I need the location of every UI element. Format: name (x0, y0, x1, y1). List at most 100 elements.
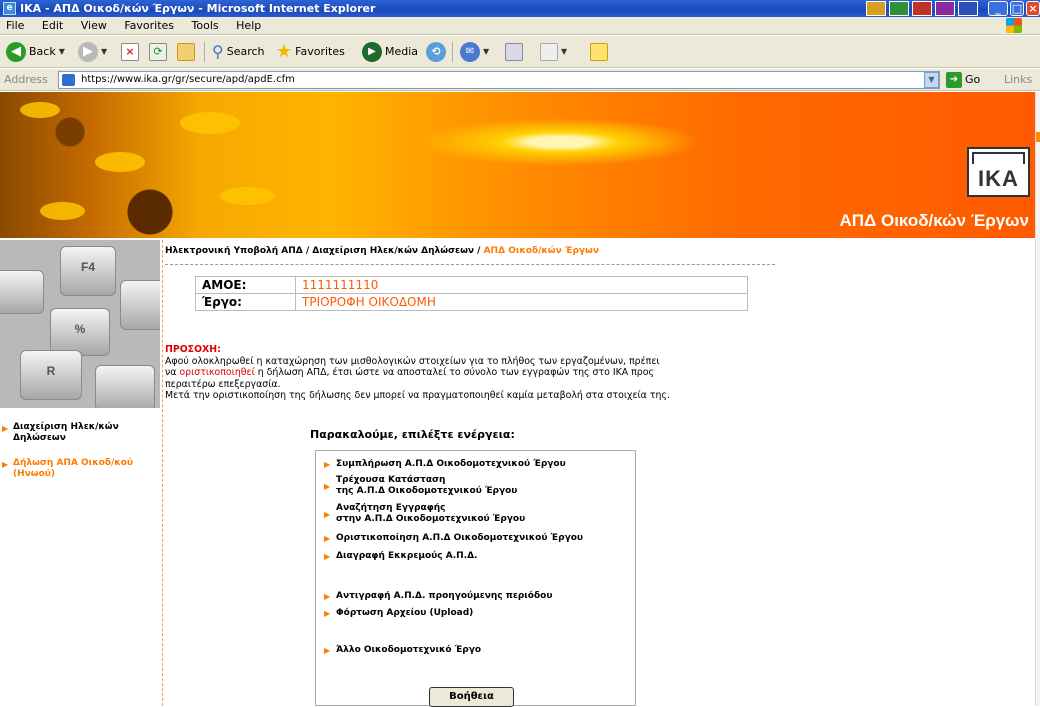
favorites-button[interactable]: ★ Favorites (276, 41, 345, 63)
keyboard-key (0, 270, 44, 314)
sidebar-nav: ▶ Διαχείριση Ηλεκ/κών Δηλώσεων ▶ Δήλωση … (0, 422, 160, 494)
media-icon: ▶ (362, 42, 382, 62)
web-page: IKA ΑΠΔ Οικοδ/κών Έργων F4 % R ▶ Διαχείρ… (0, 92, 1040, 707)
address-input[interactable]: https://www.ika.gr/gr/secure/apd/apdE.cf… (58, 71, 940, 89)
arrow-bullet-icon: ▶ (324, 482, 331, 491)
links-button[interactable]: Links (1004, 69, 1032, 91)
action-finalize[interactable]: ▶ Οριστικοποίηση Α.Π.Δ Οικοδομοτεχνικού … (324, 533, 583, 544)
messenger-icon (590, 43, 608, 61)
print-icon (505, 43, 523, 61)
action-copy-previous[interactable]: ▶ Αντιγραφή Α.Π.Δ. προηγούμενης περιόδου (324, 591, 552, 602)
stop-button[interactable]: × (121, 41, 139, 63)
arrow-bullet-icon: ▶ (324, 534, 331, 543)
action-delete-pending[interactable]: ▶ Διαγραφή Εκκρεμούς Α.Π.Δ. (324, 551, 477, 562)
breadcrumb-link-home[interactable]: Ηλεκτρονική Υποβολή ΑΠΔ (165, 246, 303, 256)
home-button[interactable] (177, 41, 195, 63)
action-other-project[interactable]: ▶ Άλλο Οικοδομοτεχνικό Έργο (324, 645, 481, 656)
menu-edit[interactable]: Edit (42, 19, 63, 32)
page-icon (62, 74, 75, 86)
action-current-status[interactable]: ▶ Τρέχουσα Κατάσταση της Α.Π.Δ Οικοδομοτ… (324, 475, 517, 497)
action-label: Αναζήτηση Εγγραφής (336, 503, 446, 513)
chevron-down-icon: ▼ (101, 47, 108, 56)
refresh-icon: ⟳ (149, 43, 167, 61)
header-banner: IKA ΑΠΔ Οικοδ/κών Έργων (0, 92, 1035, 238)
vertical-scrollbar[interactable] (1035, 92, 1040, 706)
breadcrumb-current: ΑΠΔ Οικοδ/κών Έργων (483, 246, 600, 256)
keyboard-key: % (50, 308, 110, 356)
messenger-button[interactable] (590, 41, 608, 63)
scrollbar-thumb[interactable] (1036, 132, 1040, 142)
go-button[interactable]: ➔ Go (946, 72, 980, 88)
notice-text: ΠΡΟΣΟΧΗ: Αφού ολοκληρωθεί η καταχώρηση τ… (165, 344, 775, 402)
breadcrumb-separator: / (302, 246, 313, 256)
history-button[interactable]: ⟲ (426, 41, 446, 63)
arrow-bullet-icon: ▶ (324, 510, 331, 519)
address-dropdown-button[interactable]: ▼ (924, 72, 939, 88)
menu-tools[interactable]: Tools (192, 19, 219, 32)
table-row: ΑΜΟΕ: 1111111110 (195, 276, 748, 294)
powerpoint-app-icon[interactable] (912, 1, 932, 16)
arrow-bullet-icon: ▶ (324, 646, 331, 655)
maximize-button[interactable]: □ (1010, 1, 1024, 16)
arrow-bullet-icon: ▶ (2, 460, 9, 469)
chevron-down-icon: ▼ (483, 47, 490, 56)
action-label: στην Α.Π.Δ Οικοδομοτεχνικού Έργου (336, 514, 526, 524)
edit-button[interactable]: ▼ (540, 41, 567, 63)
excel-app-icon[interactable] (889, 1, 909, 16)
notice-line: να (165, 367, 180, 378)
sunflower-petal (40, 202, 85, 220)
action-label: Αντιγραφή Α.Π.Δ. προηγούμενης περιόδου (336, 591, 553, 601)
back-button[interactable]: ◀ Back ▼ (6, 41, 65, 63)
breadcrumb-separator: / (474, 246, 484, 256)
media-button[interactable]: ▶ Media (362, 41, 418, 63)
logo-text: IKA (978, 166, 1019, 191)
action-search-entry[interactable]: ▶ Αναζήτηση Εγγραφής στην Α.Π.Δ Οικοδομο… (324, 503, 525, 525)
help-button[interactable]: Βοήθεια (429, 687, 514, 707)
forward-button[interactable]: ▶ ▼ (78, 41, 107, 63)
breadcrumb-divider (165, 264, 775, 265)
menu-view[interactable]: View (81, 19, 107, 32)
mail-icon: ✉ (460, 42, 480, 62)
chevron-down-icon: ▼ (561, 47, 568, 56)
star-icon: ★ (276, 41, 293, 62)
history-icon: ⟲ (426, 42, 446, 62)
action-upload-file[interactable]: ▶ Φόρτωση Αρχείου (Upload) (324, 608, 473, 619)
office-app-icon[interactable] (866, 1, 886, 16)
go-arrow-icon: ➔ (946, 72, 962, 88)
keyboard-photo: F4 % R (0, 240, 160, 408)
menu-help[interactable]: Help (236, 19, 261, 32)
notice-line: Αφού ολοκληρωθεί η καταχώρηση των μισθολ… (165, 355, 660, 367)
menu-file[interactable]: File (6, 19, 24, 32)
ergo-value: ΤΡΙΟΡΟΦΗ ΟΙΚΟΔΟΜΗ (295, 293, 748, 311)
keyboard-key (120, 280, 160, 330)
stop-icon: × (121, 43, 139, 61)
print-button[interactable] (505, 41, 523, 63)
access-app-icon[interactable] (935, 1, 955, 16)
minimize-button[interactable]: _ (988, 1, 1008, 16)
notice-line: Μετά την οριστικοποίηση της δήλωσης δεν … (165, 390, 670, 401)
action-label: Φόρτωση Αρχείου (Upload) (336, 608, 474, 618)
warning-heading: ΠΡΟΣΟΧΗ: (165, 344, 221, 355)
search-button[interactable]: ⚲ Search (212, 41, 265, 63)
back-arrow-icon: ◀ (6, 42, 26, 62)
sidebar-item-apd-declaration[interactable]: ▶ Δήλωση ΑΠΑ Οικοδ/κού (Ηνωού) (0, 458, 160, 480)
action-label: Τρέχουσα Κατάσταση (336, 475, 446, 485)
column-divider (162, 240, 163, 706)
favorites-label: Favorites (295, 45, 345, 58)
close-button[interactable]: × (1026, 1, 1040, 16)
finalize-link[interactable]: οριστικοποιηθεί (179, 367, 254, 378)
breadcrumb-link-manage[interactable]: Διαχείριση Ηλεκ/κών Δηλώσεων (312, 246, 474, 256)
chevron-down-icon: ▼ (58, 47, 65, 56)
menu-favorites[interactable]: Favorites (124, 19, 174, 32)
address-bar: Address https://www.ika.gr/gr/secure/apd… (0, 69, 1040, 91)
refresh-button[interactable]: ⟳ (149, 41, 167, 63)
sidebar-item-manage-declarations[interactable]: ▶ Διαχείριση Ηλεκ/κών Δηλώσεων (0, 422, 160, 444)
action-fill-apd[interactable]: ▶ Συμπλήρωση Α.Π.Δ Οικοδομοτεχνικού Έργο… (324, 459, 566, 470)
windows-flag-icon (1006, 18, 1022, 33)
sunflower-petal (20, 102, 60, 118)
keyboard-key: R (20, 350, 82, 400)
mail-button[interactable]: ✉ ▼ (460, 41, 489, 63)
notice-line: η δήλωση ΑΠΔ, έτσι ώστε να αποσταλεί το … (254, 367, 654, 378)
word-app-icon[interactable] (958, 1, 978, 16)
action-label: Οριστικοποίηση Α.Π.Δ Οικοδομοτεχνικού Έρ… (336, 533, 583, 543)
